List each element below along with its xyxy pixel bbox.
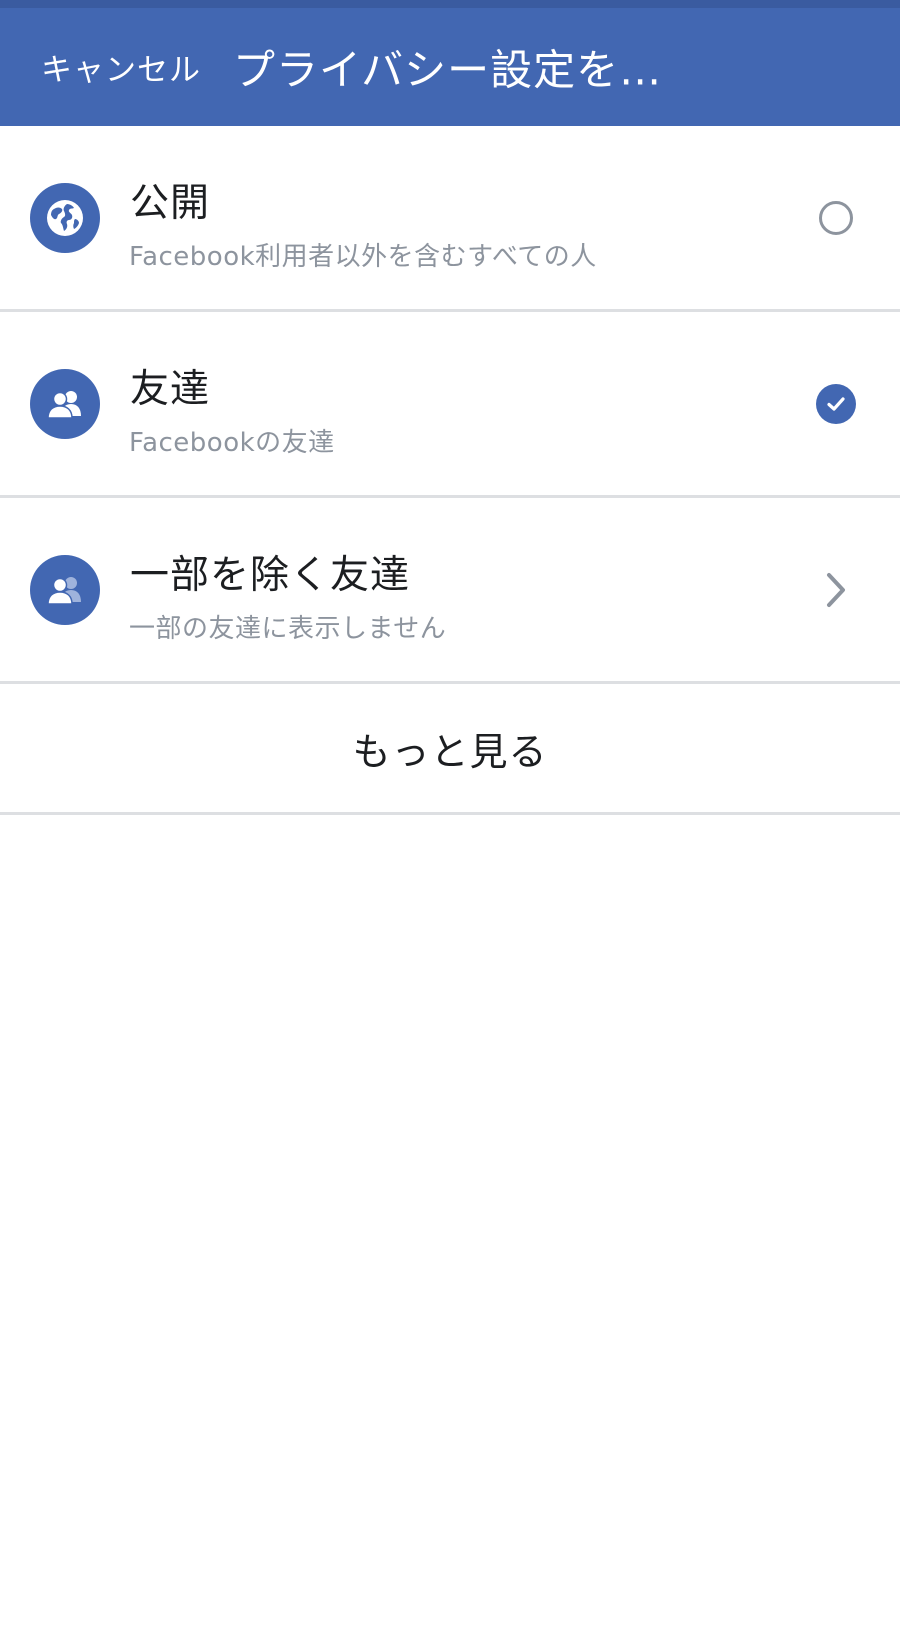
friends-except-icon xyxy=(30,554,100,625)
radio-empty-icon xyxy=(819,200,853,235)
page-title: プライバシー設定を… xyxy=(233,45,663,95)
option-public[interactable]: 公開 Facebook利用者以外を含むすべての人 xyxy=(0,126,900,312)
globe-icon xyxy=(30,182,100,253)
radio-selected[interactable] xyxy=(816,383,856,424)
option-friends[interactable]: 友達 Facebookの友達 xyxy=(0,312,900,498)
header-bar: キャンセル プライバシー設定を… xyxy=(0,8,900,126)
see-more-button[interactable]: もっと見る xyxy=(0,684,900,815)
privacy-settings-screen: キャンセル プライバシー設定を… 公開 Facebook利用者以外を含むすべての… xyxy=(0,0,900,1633)
option-subtitle: Facebookの友達 xyxy=(129,428,335,458)
option-title: 友達 xyxy=(130,367,211,412)
cancel-button[interactable]: キャンセル xyxy=(41,45,201,90)
option-friends-except[interactable]: 一部を除く友達 一部の友達に表示しません xyxy=(0,498,900,684)
option-subtitle: Facebook利用者以外を含むすべての人 xyxy=(129,242,597,272)
option-title: 公開 xyxy=(130,181,211,226)
privacy-options-list: 公開 Facebook利用者以外を含むすべての人 友達 Facebookの友達 xyxy=(0,126,900,815)
option-subtitle: 一部の友達に表示しません xyxy=(129,614,447,644)
option-title: 一部を除く友達 xyxy=(130,553,411,598)
radio-unselected[interactable] xyxy=(816,198,856,238)
status-bar-edge xyxy=(0,0,900,8)
friends-icon xyxy=(30,368,100,439)
checkmark-icon xyxy=(816,383,856,424)
chevron-right-icon[interactable] xyxy=(816,570,856,610)
